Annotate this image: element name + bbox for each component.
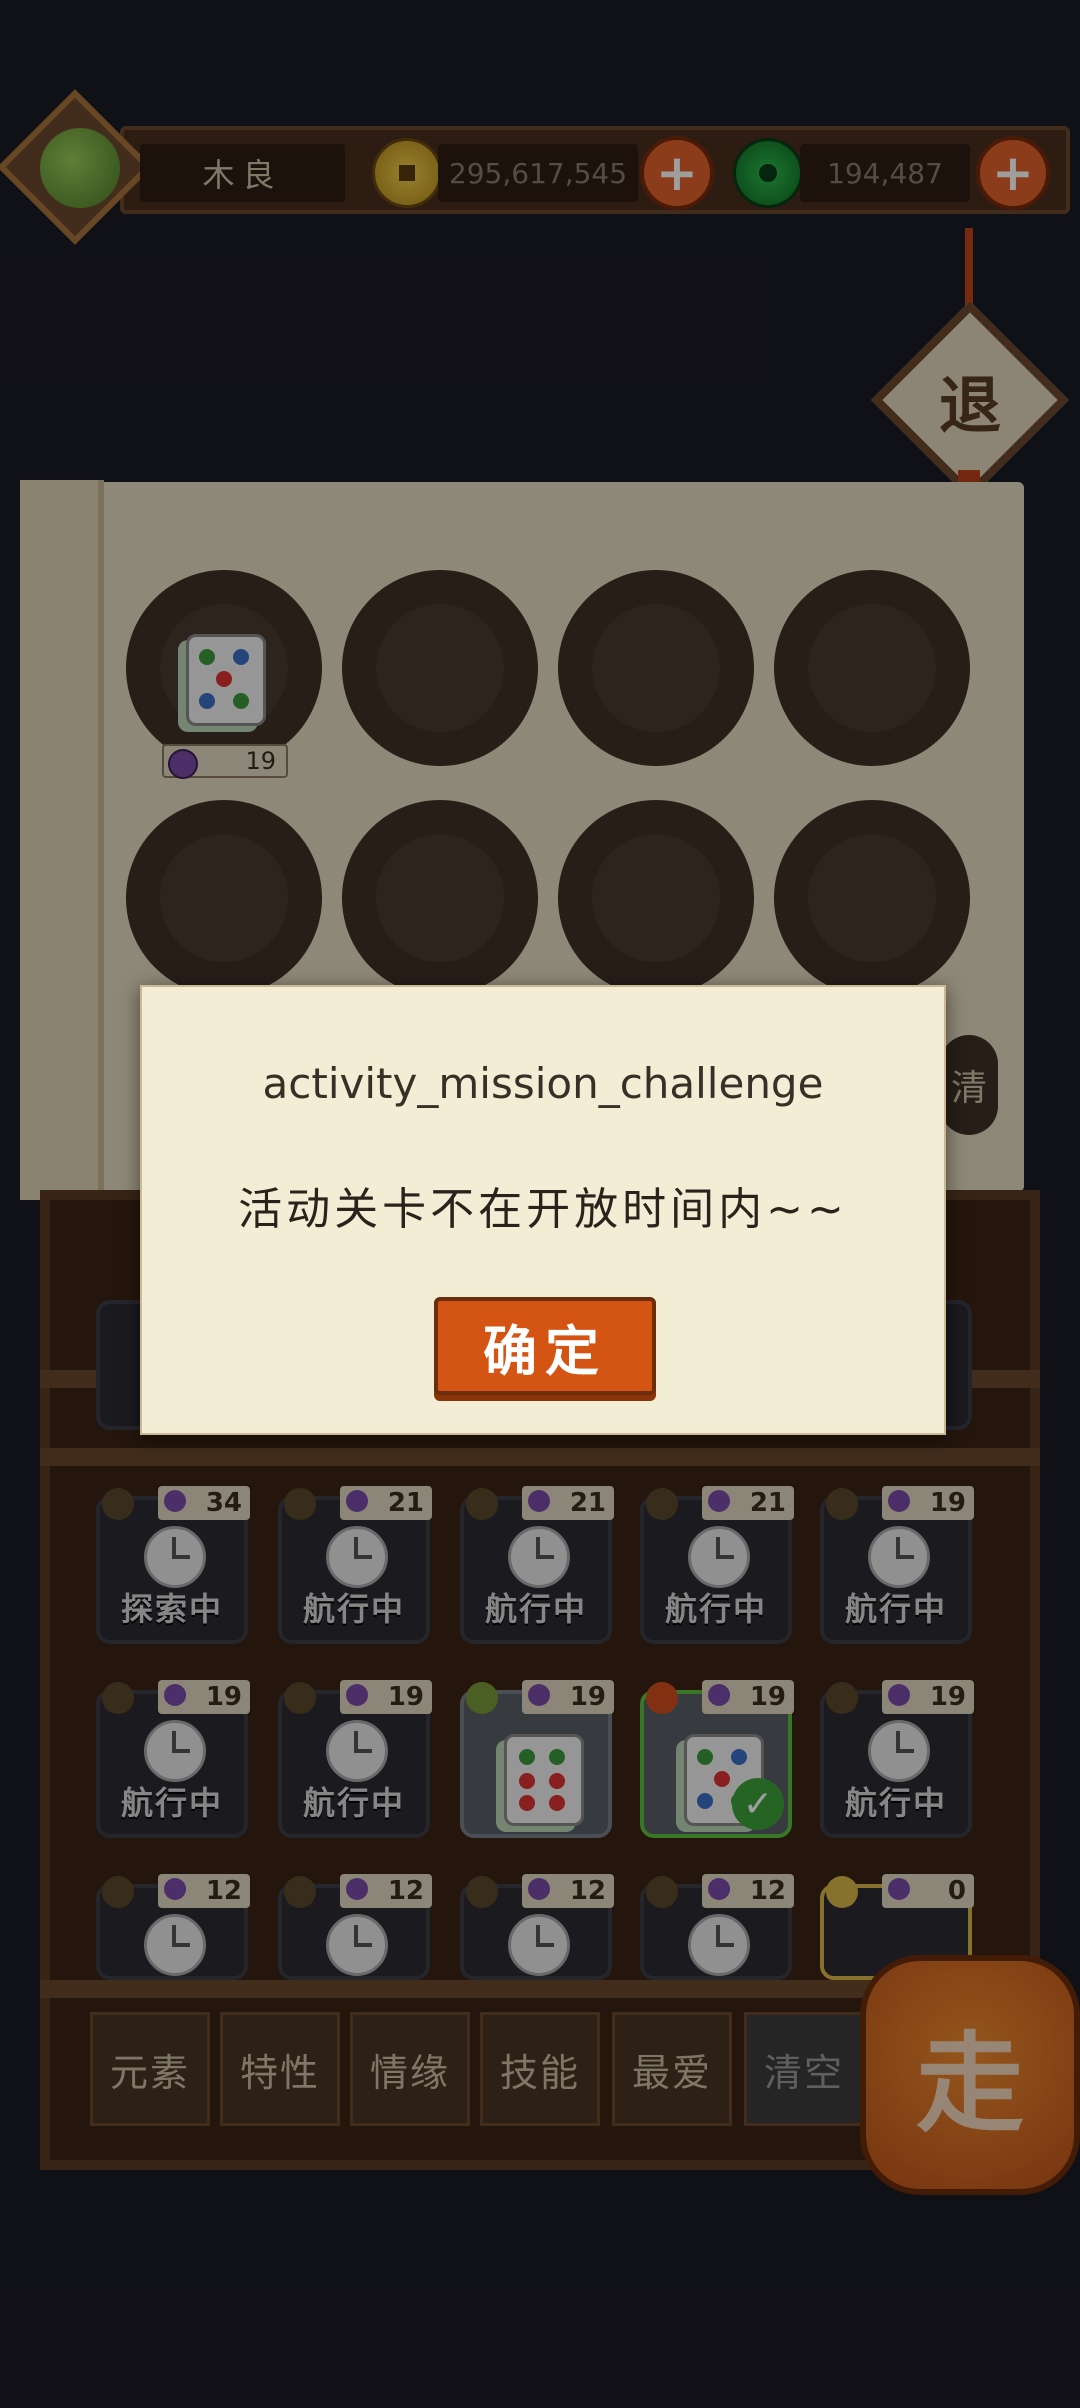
confirm-button[interactable]: 确定 — [434, 1297, 656, 1395]
alert-dialog: activity_mission_challenge 活动关卡不在开放时间内~~… — [140, 985, 946, 1435]
dialog-message: 活动关卡不在开放时间内~~ — [238, 1184, 848, 1235]
dialog-title: activity_mission_challenge — [262, 1059, 824, 1108]
